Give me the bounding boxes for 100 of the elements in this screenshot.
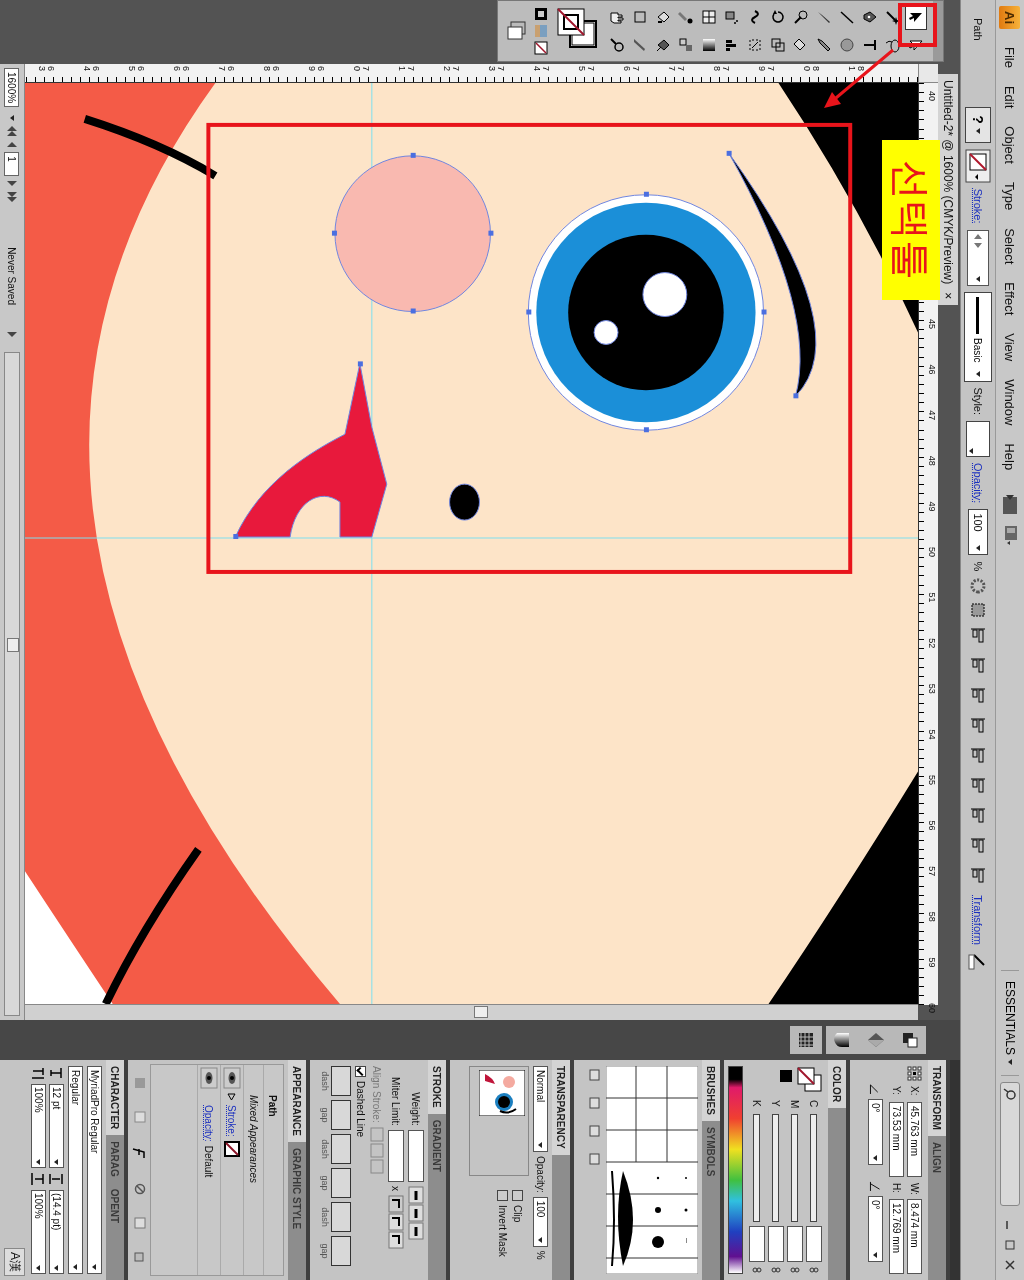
stepper-arrows-icon[interactable]	[974, 233, 982, 248]
menu-item[interactable]: Window	[1000, 371, 1020, 434]
recolor-icon[interactable]	[969, 577, 987, 596]
checkbox-option[interactable]: Clip	[512, 1184, 523, 1263]
vertical-scrollbar[interactable]	[25, 1004, 918, 1020]
reference-point-icon[interactable]	[906, 1066, 922, 1082]
color-slider[interactable]	[791, 1114, 799, 1222]
dashed-line-checkbox[interactable]: Dashed Line	[355, 1060, 366, 1280]
menu-item[interactable]: Help	[1000, 435, 1020, 479]
first-page-icon[interactable]	[7, 125, 17, 138]
next-page-icon[interactable]	[7, 180, 17, 188]
panel-action-icon[interactable]	[588, 1068, 602, 1082]
color-slider[interactable]	[772, 1114, 780, 1222]
panel-action-icon[interactable]	[588, 1124, 602, 1138]
panel-tab[interactable]: APPEARANCE	[288, 1060, 306, 1142]
layers-icon[interactable]	[900, 1030, 920, 1050]
artboard-field[interactable]: 1	[4, 152, 20, 177]
input-field[interactable]	[331, 1100, 351, 1130]
checkbox-option[interactable]: Invert Mask	[497, 1184, 508, 1263]
opacity-field[interactable]: 100	[968, 509, 988, 556]
fill-dropdown[interactable]: ?	[965, 106, 991, 143]
input-field[interactable]: 73.53 mm	[889, 1102, 904, 1177]
input-field[interactable]	[331, 1134, 351, 1164]
color-mode-icon[interactable]	[534, 7, 548, 21]
stroke-link[interactable]: Stroke:	[226, 1105, 238, 1137]
opacity-link[interactable]: Opacity:	[972, 463, 984, 504]
panel-grip[interactable]	[933, 1, 943, 61]
panel-tab[interactable]: TRANSFORM	[928, 1060, 946, 1136]
fill-stroke-icon[interactable]	[778, 1066, 822, 1094]
ruler-origin[interactable]	[918, 64, 938, 83]
opacity-field[interactable]: 100	[533, 1196, 548, 1247]
disclosure-icon[interactable]	[227, 1093, 237, 1101]
panel-action-icon[interactable]	[588, 1096, 602, 1110]
none-swatch-icon[interactable]	[965, 148, 991, 183]
document-tab[interactable]: Untitled-2* @ 1600% (CMYK/Preview) ×	[938, 74, 958, 306]
panel-tab[interactable]: CHARACTER	[106, 1060, 124, 1136]
input-field[interactable]: 12.769 mm	[889, 1199, 904, 1274]
input-field[interactable]: 45.763 mm	[907, 1102, 922, 1177]
miter-field[interactable]	[388, 1130, 404, 1182]
link-icon[interactable]	[790, 1266, 800, 1274]
menu-item[interactable]: Edit	[1000, 77, 1020, 117]
caret-icon[interactable]	[10, 115, 14, 122]
menu-item[interactable]: Effect	[1000, 274, 1020, 324]
font-family-field[interactable]: MyriadPro Regular	[87, 1066, 102, 1274]
font-style-field[interactable]: Regular	[68, 1066, 83, 1274]
weight-field[interactable]	[408, 1130, 424, 1182]
scroll-thumb[interactable]	[474, 1006, 488, 1018]
transform-link[interactable]: Transform	[972, 895, 984, 945]
stroke-link[interactable]: Stroke:	[972, 188, 984, 224]
vertical-scale-field[interactable]: 100%	[31, 1084, 46, 1168]
input-field[interactable]	[787, 1226, 803, 1262]
input-field[interactable]	[331, 1168, 351, 1198]
shear-field[interactable]: 0°	[868, 1195, 883, 1262]
leading-field[interactable]: (14.4 pt)	[49, 1190, 64, 1274]
horizontal-scrollbar[interactable]	[4, 352, 20, 1016]
grid-icon[interactable]	[796, 1030, 816, 1050]
no-symbol-icon[interactable]	[134, 1183, 146, 1195]
input-method-badge[interactable]: A漢	[4, 1248, 25, 1276]
status-menu-icon[interactable]	[7, 331, 17, 339]
stroke-weight-field[interactable]	[967, 229, 989, 286]
search-field[interactable]	[1000, 1082, 1020, 1206]
opacity-link[interactable]: Opacity:	[203, 1105, 215, 1142]
cap-icons[interactable]	[408, 1186, 424, 1240]
diamond-icon[interactable]	[866, 1030, 886, 1050]
menu-item[interactable]: File	[1000, 39, 1020, 76]
menu-item[interactable]: Type	[1000, 173, 1020, 219]
gradient-swatch-icon[interactable]	[832, 1030, 852, 1050]
menu-item[interactable]: Object	[1000, 118, 1020, 172]
input-field[interactable]	[331, 1236, 351, 1266]
trash-icon[interactable]	[134, 1251, 146, 1263]
workspace-switcher[interactable]: ESSENTIALS	[1001, 969, 1019, 1076]
none-swatch-icon[interactable]	[224, 1140, 240, 1157]
panel-tab[interactable]: BRUSHES	[702, 1060, 720, 1121]
last-page-icon[interactable]	[7, 191, 17, 204]
input-field[interactable]	[331, 1202, 351, 1232]
panel-action-icon[interactable]	[588, 1152, 602, 1166]
menu-item[interactable]: Select	[1000, 220, 1020, 273]
link-icon[interactable]	[809, 1266, 819, 1274]
selection-bounds-icon[interactable]	[969, 601, 987, 620]
rotate-field[interactable]: 0°	[868, 1098, 883, 1165]
color-slider[interactable]	[753, 1114, 761, 1222]
panel-tab[interactable]: STROKE	[428, 1060, 446, 1114]
color-spectrum[interactable]	[728, 1066, 743, 1274]
input-field[interactable]	[806, 1226, 822, 1262]
brush-dropdown[interactable]: Basic	[964, 291, 992, 382]
brush-library-drawing[interactable]	[606, 1066, 698, 1274]
effects-icon[interactable]	[132, 1145, 146, 1161]
zoom-field[interactable]: 1600%	[4, 68, 20, 108]
color-slider[interactable]	[810, 1114, 818, 1222]
join-icons[interactable]	[388, 1195, 404, 1249]
input-field[interactable]	[749, 1226, 765, 1262]
menu-item[interactable]: View	[1000, 325, 1020, 370]
scroll-thumb[interactable]	[7, 638, 19, 653]
input-field[interactable]	[768, 1226, 784, 1262]
previous-page-icon[interactable]	[7, 141, 17, 149]
blend-mode-dropdown[interactable]: Normal	[533, 1066, 548, 1152]
input-field[interactable]: 8.474 mm	[907, 1199, 922, 1274]
link-icon[interactable]	[771, 1266, 781, 1274]
input-field[interactable]	[331, 1066, 351, 1096]
eye-icon[interactable]	[200, 1067, 218, 1089]
